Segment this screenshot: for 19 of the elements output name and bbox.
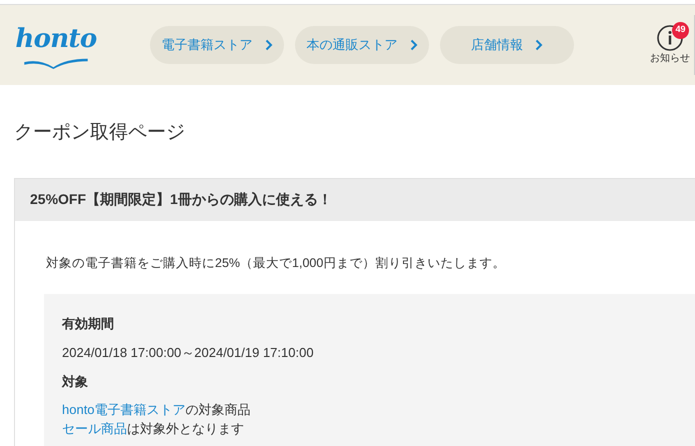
notification-badge: 49 — [672, 22, 689, 38]
chevron-right-icon — [410, 39, 418, 51]
section-heading: 対象 — [62, 372, 89, 391]
notice-label: お知らせ — [650, 52, 690, 66]
coupon-description: 対象の電子書籍をご購入時に25%（最大で1,000円まで）割り引きいたします。 — [46, 254, 506, 272]
nav-button[interactable]: 本の通販ストア — [295, 26, 429, 64]
coupon-title: 25%OFF【期間限定】1冊からの購入に使える！ — [30, 190, 332, 209]
detail-line: 2024/01/18 17:00:00～2024/01/19 17:10:00 — [62, 344, 315, 362]
link[interactable]: honto電子書籍ストア — [62, 402, 186, 418]
detail-line: セール商品は対象外となります — [62, 420, 245, 438]
logo[interactable]: honto — [10, 21, 102, 69]
link[interactable]: セール商品 — [62, 421, 127, 436]
nav-button[interactable]: 店舗情報 — [440, 26, 574, 64]
section-heading: 有効期間 — [62, 315, 115, 334]
nav-button[interactable]: 電子書籍ストア — [150, 26, 284, 64]
chevron-right-icon — [264, 39, 272, 51]
detail-line: honto電子書籍ストアの対象商品 — [62, 401, 252, 420]
chevron-right-icon — [535, 39, 543, 51]
page-title: クーポン取得ページ — [14, 121, 186, 145]
